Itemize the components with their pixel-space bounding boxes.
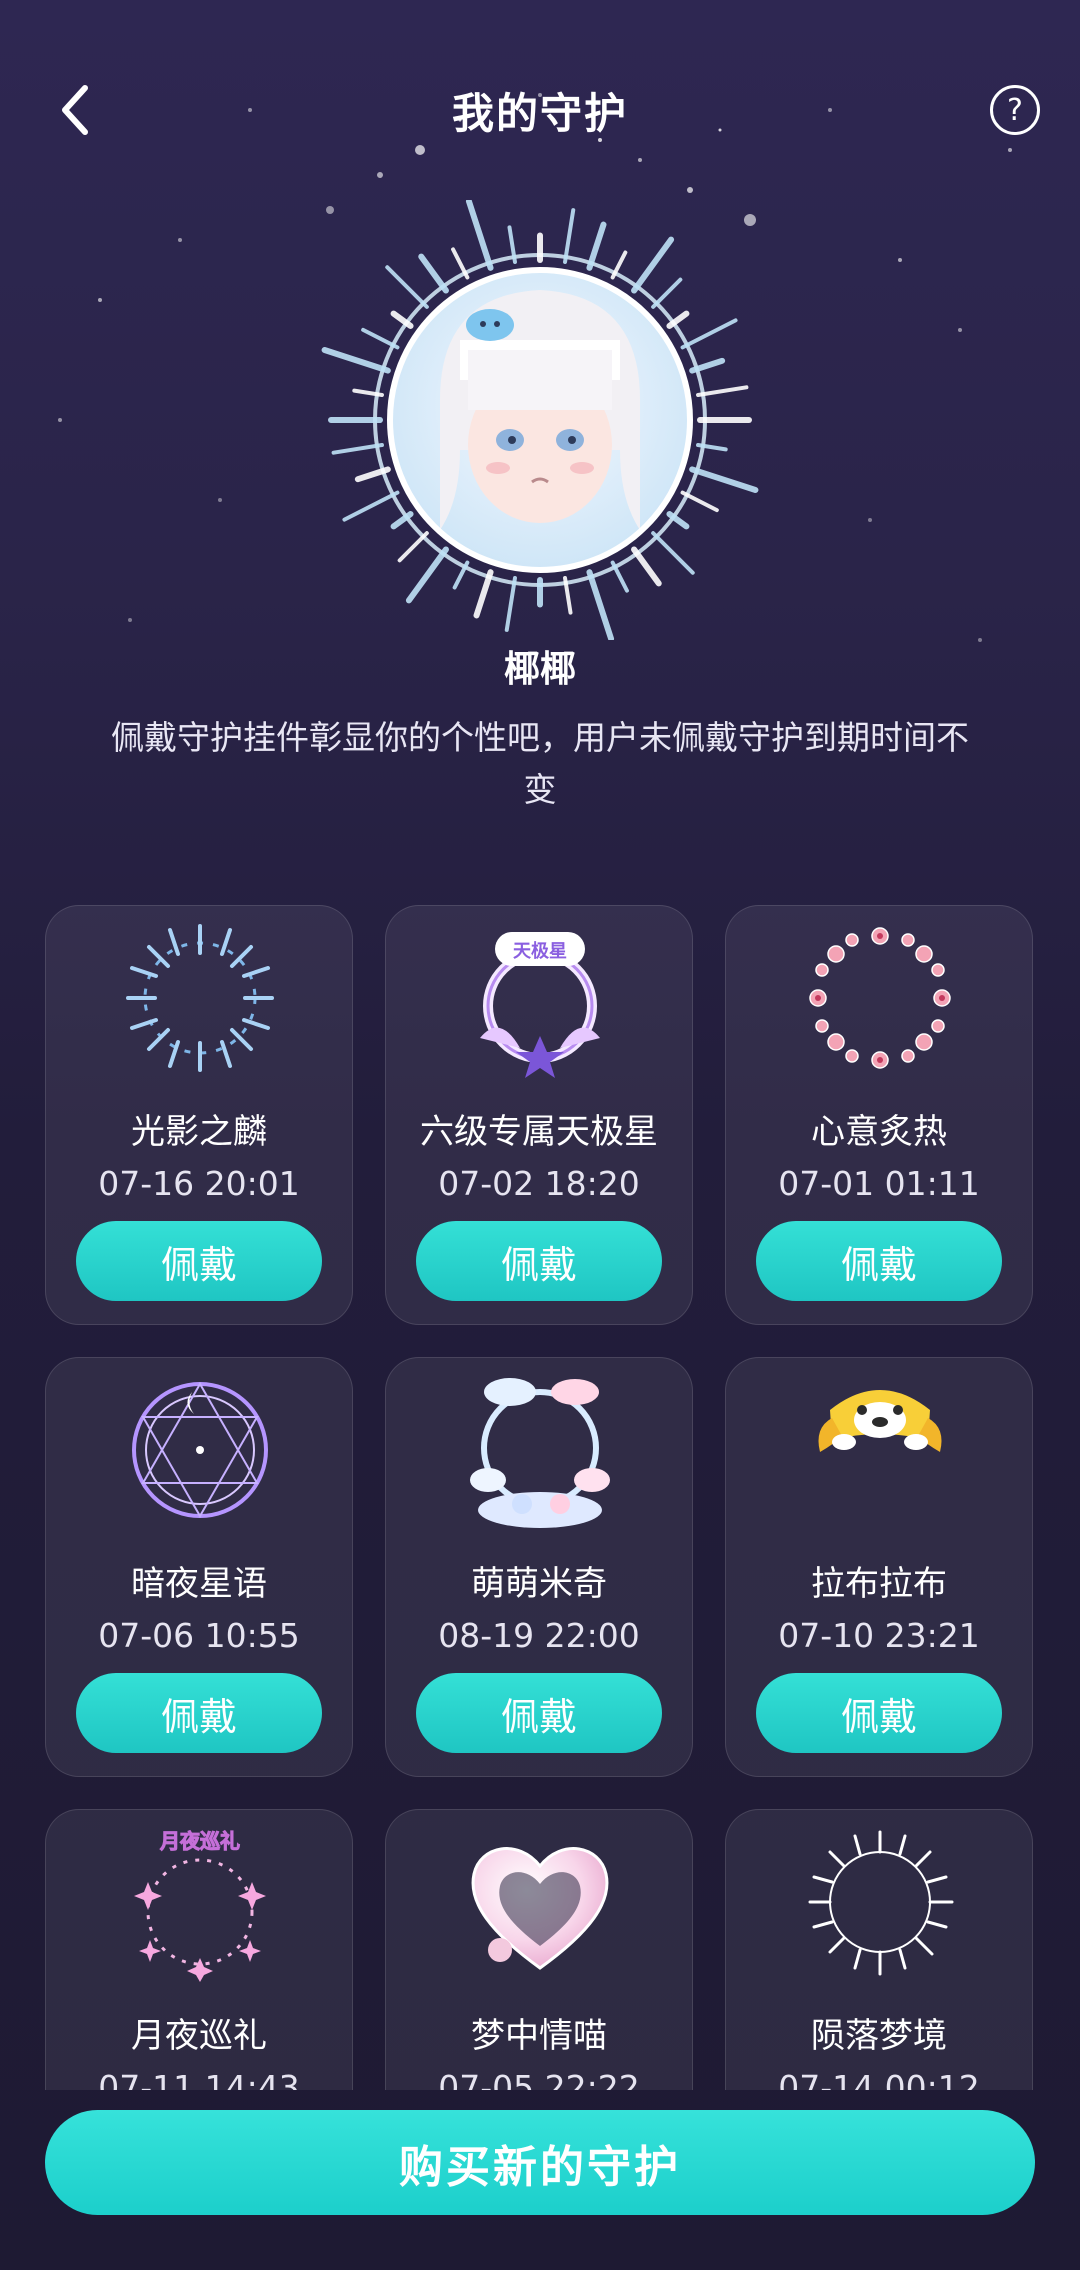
guard-name: 萌萌米奇 bbox=[471, 1564, 607, 1604]
dog-ears-icon bbox=[818, 1390, 942, 1452]
crystal-spike bbox=[397, 531, 429, 563]
wear-button[interactable]: 佩戴 bbox=[416, 1221, 662, 1301]
crystal-spike bbox=[405, 546, 449, 604]
guard-name: 月夜巡礼 bbox=[131, 2016, 267, 2056]
wear-button[interactable]: 佩戴 bbox=[76, 1673, 322, 1753]
angel-star-ring-icon: 天极星 bbox=[480, 932, 600, 1078]
guard-list: 光影之麟 07-16 20:01 佩戴 天极星 六级专属天极星 07-02 18… bbox=[0, 905, 1080, 2090]
wear-button[interactable]: 佩戴 bbox=[416, 1673, 662, 1753]
guard-name: 六级专属天极星 bbox=[420, 1112, 658, 1152]
guard-card: 梦中情喵 07-05 22:22 佩戴 bbox=[385, 1809, 693, 2090]
crystal-spike bbox=[451, 247, 470, 280]
crystal-frame-icon bbox=[321, 200, 759, 640]
wear-button[interactable]: 佩戴 bbox=[756, 1673, 1002, 1753]
guard-expiry: 08-19 22:00 bbox=[438, 1616, 640, 1655]
cloud-ring-icon bbox=[470, 1378, 610, 1528]
crystal-spike bbox=[473, 569, 494, 619]
wear-button[interactable]: 佩戴 bbox=[76, 1221, 322, 1301]
help-icon: ? bbox=[1007, 92, 1023, 128]
crystal-spike bbox=[666, 511, 690, 530]
crystal-spike bbox=[666, 310, 690, 329]
crystal-spike bbox=[651, 531, 695, 575]
crystal-spike bbox=[651, 277, 683, 309]
crystal-spike bbox=[586, 569, 615, 640]
guard-name: 陨落梦境 bbox=[811, 2016, 947, 2056]
bubble-heart-icon bbox=[471, 1847, 609, 1970]
heart-ring-icon bbox=[809, 927, 951, 1069]
guard-expiry: 07-10 23:21 bbox=[778, 1616, 980, 1655]
guard-card: 光影之麟 07-16 20:01 佩戴 bbox=[45, 905, 353, 1325]
guard-card: 心意炙热 07-01 01:11 佩戴 bbox=[725, 905, 1033, 1325]
crystal-spike bbox=[631, 546, 662, 587]
guard-name: 暗夜星语 bbox=[131, 1564, 267, 1604]
crystal-spike bbox=[390, 310, 414, 329]
shard-ring-icon bbox=[808, 1830, 954, 1976]
guard-name: 梦中情喵 bbox=[471, 2016, 607, 2056]
guard-name: 光影之麟 bbox=[131, 1112, 267, 1152]
crystal-spike bbox=[342, 490, 400, 522]
crystal-spike bbox=[689, 466, 759, 493]
help-button[interactable]: ? bbox=[990, 85, 1040, 135]
crystal-spike bbox=[696, 443, 728, 452]
crystal-spike bbox=[631, 236, 675, 294]
crystal-spike bbox=[504, 576, 517, 632]
guard-expiry: 07-05 22:22 bbox=[438, 2068, 640, 2090]
guard-name: 心意炙热 bbox=[811, 1112, 947, 1152]
guard-expiry: 07-16 20:01 bbox=[98, 1164, 300, 1203]
guard-card: 萌萌米奇 08-19 22:00 佩戴 bbox=[385, 1357, 693, 1777]
crystal-spike bbox=[586, 221, 607, 271]
crystal-spike bbox=[354, 466, 391, 483]
username: 椰椰 bbox=[503, 649, 576, 690]
wear-button[interactable]: 佩戴 bbox=[756, 1221, 1002, 1301]
crystal-spike bbox=[680, 490, 719, 513]
guard-expiry: 07-11 14:43 bbox=[98, 2068, 300, 2090]
guard-card: 天极星 六级专属天极星 07-02 18:20 佩戴 bbox=[385, 905, 693, 1325]
guard-expiry: 07-02 18:20 bbox=[438, 1164, 640, 1203]
magic-circle-icon bbox=[132, 1381, 268, 1519]
crystal-spike bbox=[352, 388, 384, 397]
crystal-spike bbox=[680, 318, 738, 350]
avatar-with-guard-frame bbox=[320, 200, 760, 640]
crystal-spike bbox=[418, 253, 449, 294]
crystal-spike bbox=[361, 327, 400, 350]
crystal-spike bbox=[452, 560, 470, 590]
buy-new-guard-button[interactable]: 购买新的守护 bbox=[45, 2110, 1035, 2215]
guard-card: 陨落梦境 07-14 00:12 佩戴 bbox=[725, 1809, 1033, 2090]
crystal-spike bbox=[610, 560, 629, 593]
guard-expiry: 07-06 10:55 bbox=[98, 1616, 300, 1655]
badge-text: 月夜巡礼 bbox=[159, 1829, 240, 1853]
crystal-spike bbox=[610, 250, 628, 280]
guard-card: 拉布拉布 07-10 23:21 佩戴 bbox=[725, 1357, 1033, 1777]
guard-card: 月夜巡礼 月夜巡礼 07-11 14:43 佩戴 bbox=[45, 1809, 353, 2090]
guard-name: 拉布拉布 bbox=[811, 1564, 947, 1604]
crystal-spike bbox=[689, 357, 726, 374]
guard-description: 佩戴守护挂件彰显你的个性吧，用户未佩戴守护到期时间不变 bbox=[111, 718, 969, 809]
crystal-spike bbox=[331, 443, 384, 455]
crystal-spike bbox=[696, 385, 749, 397]
crystal-spike bbox=[385, 265, 429, 309]
crystal-spike bbox=[465, 200, 494, 271]
guard-card: 暗夜星语 07-06 10:55 佩戴 bbox=[45, 1357, 353, 1777]
crystal-spike bbox=[563, 208, 576, 264]
guard-expiry: 07-14 00:12 bbox=[778, 2068, 980, 2090]
crystal-spike bbox=[321, 347, 391, 374]
sparkle-ring-icon: 月夜巡礼 bbox=[134, 1829, 266, 1982]
crystal-spike bbox=[390, 511, 414, 530]
page-title: 我的守护 bbox=[451, 89, 628, 138]
crystal-spike bbox=[563, 576, 573, 615]
crystal-ring-icon bbox=[126, 924, 274, 1072]
crystal-spike bbox=[507, 225, 517, 264]
guard-expiry: 07-01 01:11 bbox=[778, 1164, 980, 1203]
top-bar: 我的守护 ? bbox=[0, 60, 1080, 160]
badge-text: 天极星 bbox=[513, 941, 567, 962]
